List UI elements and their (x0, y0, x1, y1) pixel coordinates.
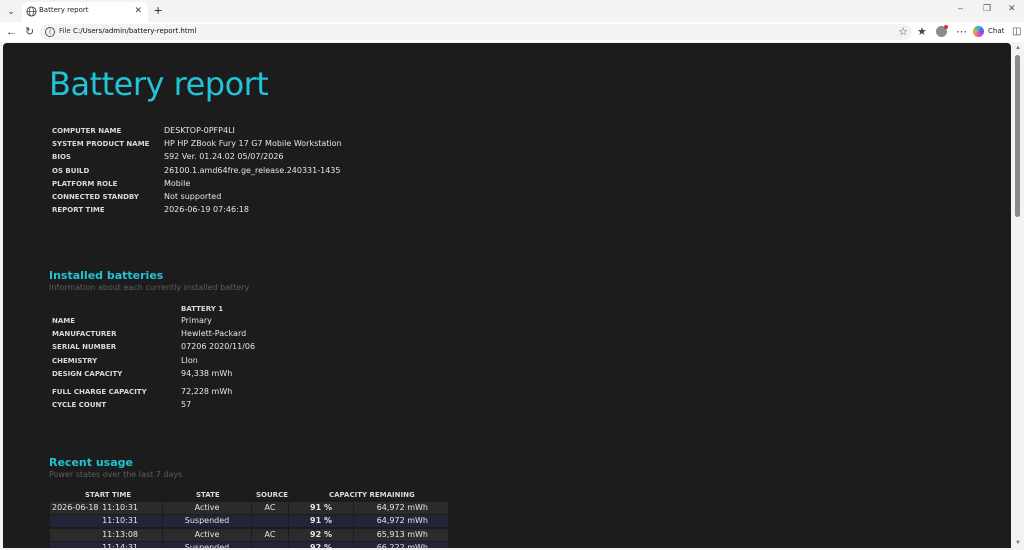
system-info-value: Not supported (164, 192, 222, 201)
scrollbar[interactable]: ▲ ▼ (1013, 43, 1022, 548)
scroll-down-icon[interactable]: ▼ (1015, 540, 1021, 546)
usage-cell-time: 11:10:31 (102, 503, 138, 512)
battery-label: MANUFACTURER (52, 330, 117, 338)
battery-label: NAME (52, 317, 76, 325)
battery-value: 57 (181, 400, 192, 409)
favorites-icon[interactable]: ★ (917, 26, 927, 38)
usage-cell-time: 11:10:31 (102, 516, 138, 525)
installed-batteries-title: Installed batteries (49, 269, 164, 282)
usage-cell-source (252, 515, 288, 527)
file-label: File (59, 27, 71, 35)
usage-cell-source: AC (264, 530, 276, 539)
page-content: Battery report COMPUTER NAME DESKTOP-0PFP… (3, 43, 1011, 548)
usage-cell-mwh: 66,222 mWh (376, 543, 428, 548)
tab-battery-report[interactable]: Battery report ✕ (22, 2, 148, 22)
system-info-label: CONNECTED STANDBY (52, 193, 139, 201)
address-bar: ← ↻ i File C:/Users/admin/battery-report… (0, 22, 1024, 42)
usage-cell-percent: 91 % (310, 503, 332, 512)
usage-cell-mwh: 64,972 mWh (376, 516, 428, 525)
scroll-up-icon[interactable]: ▲ (1015, 45, 1021, 51)
battery-value: LIon (181, 356, 198, 365)
info-icon[interactable]: i (45, 27, 55, 37)
recent-usage-title: Recent usage (49, 456, 133, 469)
usage-column-header: CAPACITY REMAINING (329, 491, 415, 499)
battery-label: DESIGN CAPACITY (52, 370, 123, 378)
battery-value: 07206 2020/11/06 (181, 342, 256, 351)
usage-cell-source (252, 542, 288, 548)
usage-cell-mwh: 64,972 mWh (376, 503, 428, 512)
table-row: 11:13:08 Active AC 92 % 65,913 mWh (50, 529, 448, 541)
recent-usage-subtitle: Power states over the last 7 days (49, 470, 183, 479)
usage-column-header: SOURCE (256, 491, 288, 499)
omnibox[interactable]: i File C:/Users/admin/battery-report.htm… (40, 24, 912, 40)
usage-cell-percent: 91 % (310, 516, 332, 525)
report-title: Battery report (49, 65, 269, 103)
system-info-label: BIOS (52, 153, 71, 161)
more-options-icon[interactable]: ⋯ (956, 26, 967, 38)
usage-column-header: START TIME (85, 491, 132, 499)
usage-cell-source: AC (264, 503, 276, 512)
tab-actions-menu-icon[interactable]: ⌄ (4, 4, 18, 18)
table-row: 2026-06-18 11:10:31 Active AC 91 % 64,972 mWh (50, 502, 448, 514)
battery-value: Hewlett-Packard (181, 329, 247, 338)
system-info-label: SYSTEM PRODUCT NAME (52, 140, 150, 148)
sidebar-toggle-icon[interactable]: ◫ (1012, 26, 1021, 37)
battery-value: Primary (181, 316, 212, 325)
system-info-value: DESKTOP-0PFP4LI (164, 126, 235, 135)
system-info-value: S92 Ver. 01.24.02 05/07/2026 (164, 152, 284, 161)
usage-cell-state: Suspended (184, 516, 230, 525)
table-row: 11:10:31 Suspended 91 % 64,972 mWh (50, 515, 448, 527)
usage-cell-mwh: 65,913 mWh (376, 530, 428, 539)
battery-value: 94,338 mWh (181, 369, 233, 378)
usage-cell-state: Active (194, 503, 220, 512)
system-info-value: 2026-06-19 07:46:18 (164, 205, 249, 214)
table-row: 11:14:31 Suspended 92 % 66,222 mWh (50, 542, 448, 548)
system-info-value: HP HP ZBook Fury 17 G7 Mobile Workstatio… (164, 139, 342, 148)
battery-column-header: BATTERY 1 (181, 305, 224, 313)
battery-label: FULL CHARGE CAPACITY (52, 388, 147, 396)
system-info-label: REPORT TIME (52, 206, 105, 214)
usage-cell-time: 11:14:31 (102, 543, 138, 548)
close-tab-icon[interactable]: ✕ (134, 5, 142, 16)
usage-cell-state: Active (194, 530, 220, 539)
tab-title: Battery report (39, 6, 89, 14)
battery-label: CYCLE COUNT (52, 401, 107, 409)
usage-cell-percent: 92 % (310, 543, 332, 548)
globe-icon (26, 6, 37, 17)
chat-label: Chat (988, 27, 1005, 35)
usage-cell-time: 11:13:08 (102, 530, 138, 539)
usage-column-header: STATE (196, 491, 220, 499)
new-tab-icon[interactable]: + (154, 2, 162, 18)
minimize-icon[interactable]: – (958, 3, 963, 13)
system-info-label: COMPUTER NAME (52, 127, 122, 135)
battery-value: 72,228 mWh (181, 387, 233, 396)
usage-cell-state: Suspended (184, 543, 230, 548)
refresh-icon[interactable]: ↻ (25, 26, 34, 38)
notification-dot (944, 25, 948, 29)
copilot-icon (973, 26, 984, 37)
battery-label: CHEMISTRY (52, 357, 98, 365)
tab-bar: ⌄ Battery report ✕ + – ❐ ✕ (0, 0, 1024, 22)
restore-icon[interactable]: ❐ (983, 3, 991, 14)
back-arrow-icon[interactable]: ← (6, 26, 17, 38)
system-info-label: PLATFORM ROLE (52, 180, 118, 188)
system-info-value: 26100.1.amd64fre.ge_release.240331-1435 (164, 166, 341, 175)
usage-cell-percent: 92 % (310, 530, 332, 539)
close-window-icon[interactable]: ✕ (1008, 3, 1016, 14)
system-info-label: OS BUILD (52, 167, 90, 175)
installed-batteries-subtitle: Information about each currently install… (49, 283, 250, 292)
url-text[interactable]: C:/Users/admin/battery-report.html (73, 27, 196, 35)
favorite-star-icon[interactable]: ☆ (898, 25, 908, 38)
scroll-thumb[interactable] (1015, 55, 1020, 217)
system-info-value: Mobile (164, 179, 191, 188)
battery-label: SERIAL NUMBER (52, 343, 117, 351)
